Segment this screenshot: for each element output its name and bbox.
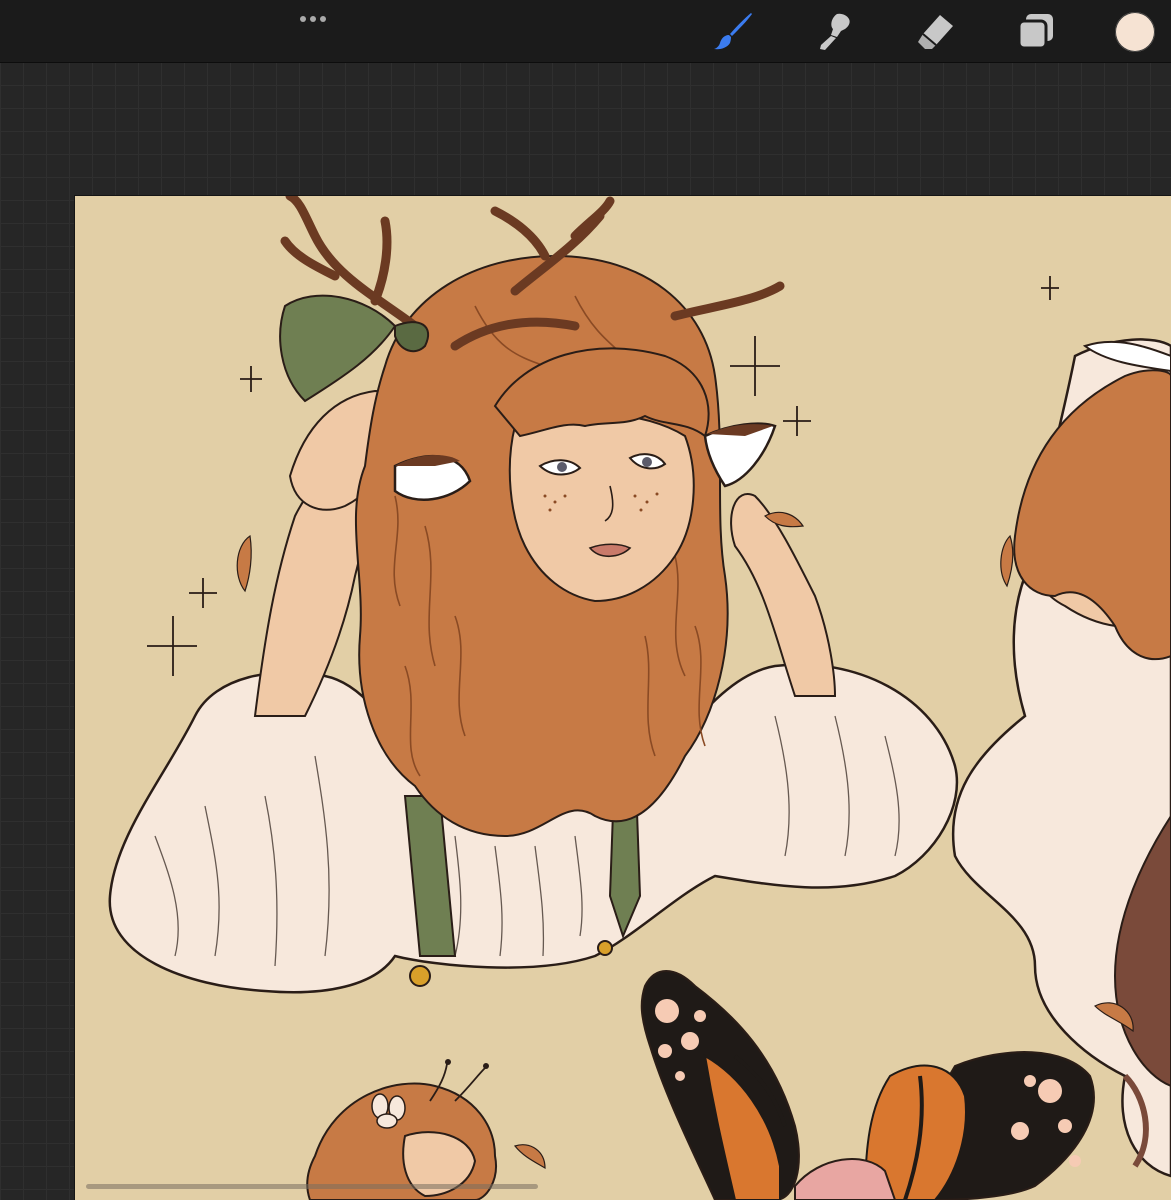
layers-icon	[1017, 14, 1053, 50]
dot	[310, 16, 316, 22]
more-dots-icon[interactable]	[296, 12, 330, 26]
horizontal-scrollbar[interactable]	[86, 1184, 538, 1189]
smudge-tool-button[interactable]	[810, 8, 856, 54]
brush-tool-button[interactable]	[710, 8, 756, 54]
layers-tool-button[interactable]	[1013, 8, 1059, 54]
smudge-icon	[820, 13, 850, 50]
brush-icon	[714, 13, 752, 50]
dot	[320, 16, 326, 22]
top-toolbar	[0, 0, 1171, 63]
procreate-app	[0, 0, 1171, 1200]
artwork	[108, 196, 1171, 1200]
eraser-icon	[918, 15, 953, 49]
eraser-tool-button[interactable]	[912, 8, 958, 54]
color-picker-swatch[interactable]	[1115, 12, 1155, 52]
drawing-canvas[interactable]	[75, 196, 1171, 1200]
dot	[300, 16, 306, 22]
